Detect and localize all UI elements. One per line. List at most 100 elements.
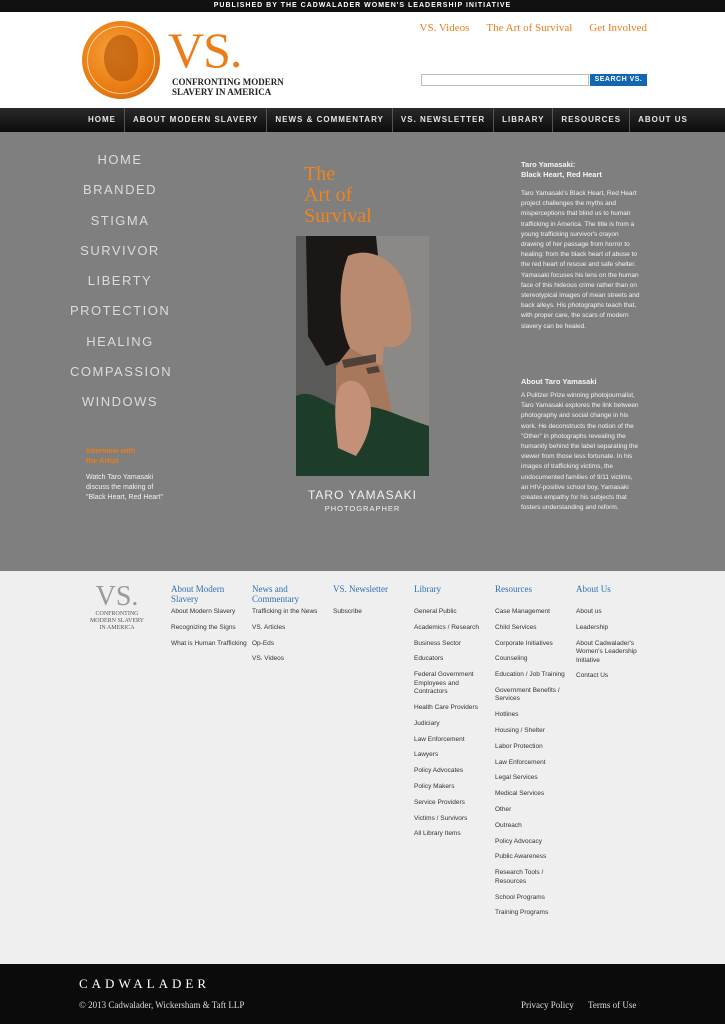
privacy-policy-link[interactable]: Privacy Policy bbox=[521, 1000, 574, 1010]
footer-link[interactable]: Educators bbox=[414, 655, 492, 664]
footer-column-title[interactable]: Library bbox=[414, 584, 492, 608]
footer-link[interactable]: Policy Advocates bbox=[414, 767, 492, 776]
nav-item-newsletter[interactable]: VS. NEWSLETTER bbox=[393, 108, 495, 132]
header-link-videos[interactable]: VS. Videos bbox=[420, 22, 470, 34]
footer-logo-mark: VS. bbox=[95, 581, 139, 612]
gallery-item-windows[interactable]: WINDOWS bbox=[70, 394, 170, 424]
footer-logo[interactable]: VS. CONFRONTING MODERN SLAVERY IN AMERIC… bbox=[87, 583, 147, 632]
gallery-nav: HOME BRANDED STIGMA SURVIVOR LIBERTY PRO… bbox=[70, 152, 171, 425]
terms-of-use-link[interactable]: Terms of Use bbox=[588, 1000, 636, 1010]
footer-link[interactable]: Law Enforcement bbox=[414, 736, 492, 745]
nav-item-library[interactable]: LIBRARY bbox=[494, 108, 554, 132]
gallery-item-liberty[interactable]: LIBERTY bbox=[70, 273, 170, 303]
footer-column-news: News and Commentary Trafficking in the N… bbox=[252, 584, 330, 671]
footer-link[interactable]: What is Human Trafficking bbox=[171, 640, 249, 649]
footer-column-title[interactable]: Resources bbox=[495, 584, 573, 608]
interview-description: Watch Taro Yamasaki discuss the making o… bbox=[86, 474, 163, 501]
footer-link[interactable]: Recognizing the Signs bbox=[171, 624, 249, 633]
nav-item-about-us[interactable]: ABOUT US bbox=[630, 108, 696, 132]
footer-link[interactable]: Contact Us bbox=[576, 672, 654, 681]
tagline-line-1: CONFRONTING MODERN bbox=[172, 77, 284, 87]
footer-link[interactable]: Case Management bbox=[495, 608, 573, 617]
footer-link[interactable]: Counseling bbox=[495, 655, 573, 664]
nav-item-resources[interactable]: RESOURCES bbox=[553, 108, 631, 132]
footer-link[interactable]: Public Awareness bbox=[495, 853, 573, 862]
footer-link[interactable]: Lawyers bbox=[414, 751, 492, 760]
footer-link[interactable]: About Cadwalader's Women's Leadership In… bbox=[576, 640, 654, 666]
footer-link[interactable]: General Public bbox=[414, 608, 492, 617]
footer-link[interactable]: About us bbox=[576, 608, 654, 617]
footer-column-library: Library General Public Academics / Resea… bbox=[414, 584, 492, 846]
about-artist-body: A Pulitzer Prize winning photojournalist… bbox=[521, 392, 639, 512]
footer-link[interactable]: Op-Eds bbox=[252, 640, 330, 649]
nav-item-about-modern-slavery[interactable]: ABOUT MODERN SLAVERY bbox=[125, 108, 268, 132]
footer-column-title[interactable]: VS. Newsletter bbox=[333, 584, 411, 608]
footer-link[interactable]: Child Services bbox=[495, 624, 573, 633]
nav-item-news[interactable]: NEWS & COMMENTARY bbox=[267, 108, 393, 132]
feature-title-line-3: Survival bbox=[304, 205, 372, 227]
footer-link[interactable]: Education / Job Training bbox=[495, 671, 573, 680]
footer-link[interactable]: Training Programs bbox=[495, 909, 573, 918]
search-button[interactable]: SEARCH VS. bbox=[590, 74, 647, 86]
footer-column-newsletter: VS. Newsletter Subscribe bbox=[333, 584, 411, 624]
footer-link[interactable]: Medical Services bbox=[495, 790, 573, 799]
footer-column-title[interactable]: About Modern Slavery bbox=[171, 584, 249, 608]
project-heading: Taro Yamasaki: Black Heart, Red Heart bbox=[521, 160, 641, 180]
footer-link[interactable]: Health Care Providers bbox=[414, 704, 492, 713]
footer-link[interactable]: Federal Government Employees and Contrac… bbox=[414, 671, 492, 697]
footer-link[interactable]: Trafficking in the News bbox=[252, 608, 330, 617]
main-nav: HOME ABOUT MODERN SLAVERY NEWS & COMMENT… bbox=[0, 108, 725, 132]
footer-link[interactable]: Corporate Initiatives bbox=[495, 640, 573, 649]
footer-logo-tagline: CONFRONTING MODERN SLAVERY IN AMERICA bbox=[89, 611, 145, 631]
project-body: Taro Yamasaki's Black Heart, Red Heart p… bbox=[521, 190, 640, 330]
gallery-item-branded[interactable]: BRANDED bbox=[70, 182, 170, 212]
footer-column-resources: Resources Case Management Child Services… bbox=[495, 584, 573, 925]
footer-link[interactable]: Labor Protection bbox=[495, 743, 573, 752]
site-logo[interactable]: VS. bbox=[168, 24, 242, 76]
footer-link[interactable]: School Programs bbox=[495, 894, 573, 903]
copyright: © 2013 Cadwalader, Wickersham & Taft LLP bbox=[79, 1000, 245, 1010]
footer-link[interactable]: Other bbox=[495, 806, 573, 815]
footer-link[interactable]: Judiciary bbox=[414, 720, 492, 729]
project-heading-line-2: Black Heart, Red Heart bbox=[521, 170, 602, 179]
footer-column-title[interactable]: About Us bbox=[576, 584, 654, 608]
footer-link[interactable]: Service Providers bbox=[414, 799, 492, 808]
interview-link[interactable]: Interview with the Artist bbox=[86, 446, 166, 466]
footer-link[interactable]: Legal Services bbox=[495, 774, 573, 783]
coin-seal-logo[interactable] bbox=[82, 21, 160, 99]
gallery-item-compassion[interactable]: COMPASSION bbox=[70, 364, 171, 394]
footer-link[interactable]: VS. Videos bbox=[252, 655, 330, 664]
footer-link[interactable]: Housing / Shelter bbox=[495, 727, 573, 736]
footer-link[interactable]: Academics / Research bbox=[414, 624, 492, 633]
footer-link[interactable]: Hotlines bbox=[495, 711, 573, 720]
cadwalader-logo[interactable]: CADWALADER bbox=[79, 976, 210, 992]
footer-link[interactable]: Victims / Survivors bbox=[414, 815, 492, 824]
footer-link[interactable]: Subscribe bbox=[333, 608, 411, 617]
gallery-item-protection[interactable]: PROTECTION bbox=[70, 303, 170, 333]
photographer-role: PHOTOGRAPHER bbox=[324, 504, 401, 513]
photographer-credit: TARO YAMASAKI PHOTOGRAPHER bbox=[296, 488, 429, 514]
footer-link[interactable]: Policy Advocacy bbox=[495, 838, 573, 847]
footer-link[interactable]: Research Tools / Resources bbox=[495, 869, 573, 886]
photographer-name: TARO YAMASAKI bbox=[307, 488, 418, 502]
gallery-item-survivor[interactable]: SURVIVOR bbox=[70, 243, 170, 273]
gallery-item-healing[interactable]: HEALING bbox=[70, 334, 170, 364]
footer-link[interactable]: VS. Articles bbox=[252, 624, 330, 633]
footer-link[interactable]: Leadership bbox=[576, 624, 654, 633]
header-link-art-of-survival[interactable]: The Art of Survival bbox=[486, 22, 572, 34]
footer-link[interactable]: Government Benefits / Services bbox=[495, 687, 573, 704]
survivor-photo[interactable] bbox=[296, 236, 429, 476]
footer-link[interactable]: All Library Items bbox=[414, 830, 492, 839]
footer-link[interactable]: Policy Makers bbox=[414, 783, 492, 792]
footer-link[interactable]: About Modern Slavery bbox=[171, 608, 249, 617]
search-input[interactable] bbox=[421, 74, 589, 86]
gallery-item-stigma[interactable]: STIGMA bbox=[70, 213, 170, 243]
footer-link[interactable]: Outreach bbox=[495, 822, 573, 831]
gallery-item-home[interactable]: HOME bbox=[70, 152, 170, 182]
footer-link[interactable]: Law Enforcement bbox=[495, 759, 573, 768]
nav-item-home[interactable]: HOME bbox=[80, 108, 125, 132]
header-link-get-involved[interactable]: Get Involved bbox=[589, 22, 647, 34]
interview-title-line-1: Interview with bbox=[86, 446, 136, 455]
footer-link[interactable]: Business Sector bbox=[414, 640, 492, 649]
footer-column-title[interactable]: News and Commentary bbox=[252, 584, 330, 608]
